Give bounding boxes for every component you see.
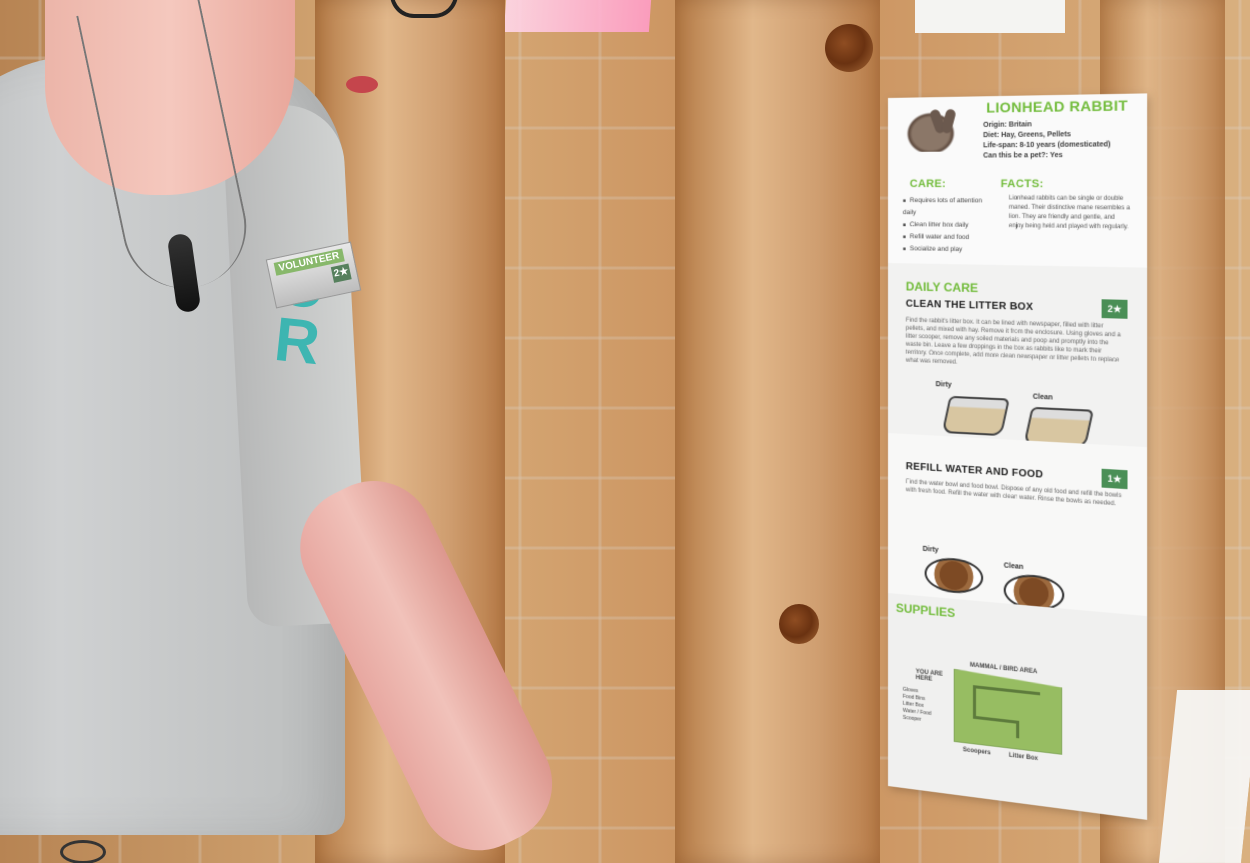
volunteer-person: UR VOLUNTEER 2★: [0, 0, 573, 863]
center-wood-post: [675, 0, 880, 863]
map-route-line: [1016, 721, 1019, 739]
map-route-line: [973, 685, 1040, 695]
glasses: [390, 0, 458, 18]
daily-care-heading: DAILY CARE: [905, 279, 979, 296]
supplies-panel: SUPPLIES MAMMAL / BIRD AREA YOU ARE HERE…: [888, 593, 1148, 820]
wood-knot: [779, 604, 819, 644]
dirty-bowl-icon: [924, 555, 984, 596]
pink-paper: [503, 0, 652, 32]
top-paper: [915, 0, 1065, 33]
litter-task-text: Find the rabbit's litter box. It can be …: [905, 317, 1121, 366]
map-route-line: [973, 685, 976, 716]
clean-label: Clean: [1032, 393, 1053, 402]
care-list-item: Socialize and play: [903, 243, 994, 257]
card-title: LIONHEAD RABBIT: [986, 96, 1128, 116]
rabbit-photo: [899, 105, 962, 152]
cage-scene: UR VOLUNTEER 2★ LIONHEAD RABBIT Origin: …: [0, 0, 1250, 863]
mouth: [346, 76, 378, 93]
litter-box-panel: DAILY CARE CLEAN THE LITTER BOX 2★ Find …: [888, 263, 1148, 448]
dirty-label: Dirty: [935, 381, 952, 389]
lionhead-rabbit-care-card: LIONHEAD RABBIT Origin: Britain Diet: Ha…: [888, 93, 1148, 820]
water-task-title: REFILL WATER AND FOOD: [905, 461, 1044, 481]
clean-label: Clean: [1003, 562, 1024, 572]
card-info-panel: LIONHEAD RABBIT Origin: Britain Diet: Ha…: [888, 93, 1148, 268]
care-list: Requires lots of attention daily Clean l…: [903, 195, 994, 257]
quick-fact-pet: Can this be a pet?: Yes: [983, 151, 1063, 160]
water-task-level: 1★: [1101, 468, 1128, 490]
you-are-here-label: YOU ARE HERE: [915, 668, 943, 683]
water-task-text: Find the water bowl and food bowl. Dispo…: [905, 479, 1122, 508]
supplies-heading: SUPPLIES: [895, 600, 956, 621]
badge-level: 2★: [330, 263, 352, 283]
map-route-line: [973, 716, 1019, 724]
care-list-item: Requires lots of attention daily: [903, 195, 994, 220]
supply-map: [954, 669, 1062, 755]
map-footer-left: Scoopers: [962, 747, 991, 757]
litter-task-title: CLEAN THE LITTER BOX: [905, 298, 1034, 314]
water-food-panel: REFILL WATER AND FOOD 1★ Find the water …: [888, 433, 1148, 617]
map-notes: Gloves Food Bins Litter Box Water / Food Sco…: [902, 686, 932, 723]
map-footer-right: Litter Box: [1008, 752, 1039, 763]
wood-knot: [825, 24, 873, 72]
quick-facts: Origin: Britain Diet: Hay, Greens, Pelle…: [983, 119, 1142, 162]
dirty-litter-box-icon: [941, 395, 1010, 437]
bracelet: [60, 840, 106, 863]
rabbit-ear: [940, 108, 957, 135]
dirty-label: Dirty: [922, 545, 939, 555]
care-list-item: Clean litter box daily: [903, 219, 994, 232]
facts-text: Lionhead rabbits can be single or double…: [1008, 195, 1130, 231]
care-heading: CARE:: [909, 177, 946, 191]
facts-heading: FACTS:: [1000, 177, 1044, 191]
litter-task-level: 2★: [1101, 299, 1128, 319]
